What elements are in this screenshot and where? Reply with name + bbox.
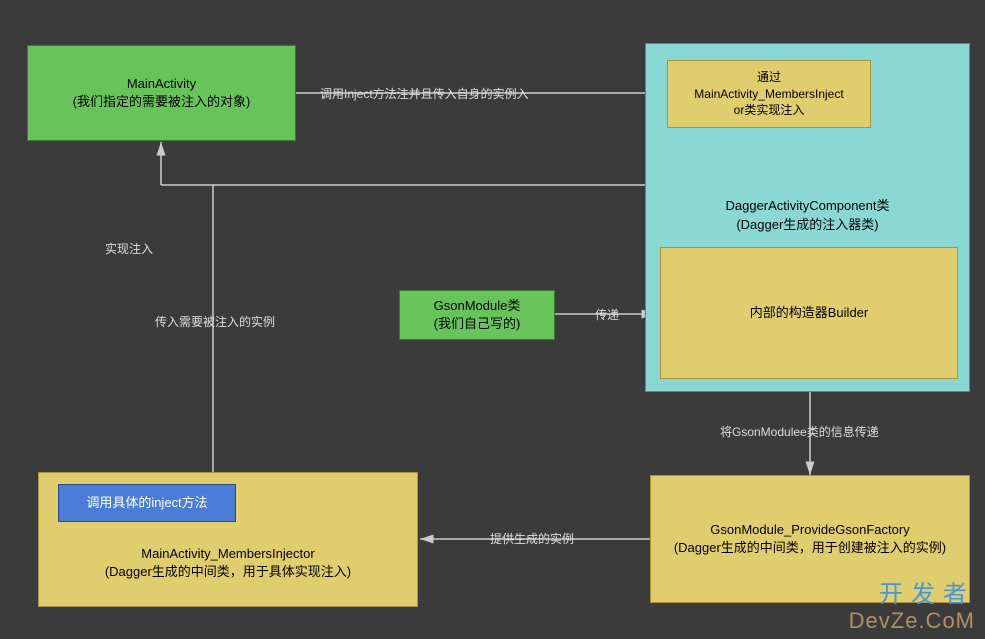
node-inject-method: 调用具体的inject方法 xyxy=(58,484,236,522)
node-title: MainActivity xyxy=(127,75,196,93)
edge-label-pass-instance: 传入需要被注入的实例 xyxy=(155,313,275,330)
edge-label-gson-info: 将GsonModulee类的信息传递 xyxy=(720,423,879,440)
watermark-cn: 开发者 xyxy=(879,574,975,609)
watermark-en: DevZe.CoM xyxy=(849,608,975,634)
node-subtitle: (我们指定的需要被注入的对象) xyxy=(73,93,251,111)
node-gson-module: GsonModule类 (我们自己写的) xyxy=(399,290,555,340)
edge-label-pass: 传递 xyxy=(595,306,619,323)
node-builder: 内部的构造器Builder xyxy=(660,247,958,379)
node-main-activity: MainActivity (我们指定的需要被注入的对象) xyxy=(27,45,296,141)
edge-label-provide-instance: 提供生成的实例 xyxy=(490,530,574,547)
node-dagger-title: DaggerActivityComponent类 (Dagger生成的注入器类) xyxy=(645,195,970,233)
edge-label-inject-call: 调用Inject方法注并且传入自身的实例入 xyxy=(320,85,529,102)
edge-label-do-inject: 实现注入 xyxy=(105,240,153,257)
node-members-injector-ref: 通过 MainActivity_MembersInject or类实现注入 xyxy=(667,60,871,128)
